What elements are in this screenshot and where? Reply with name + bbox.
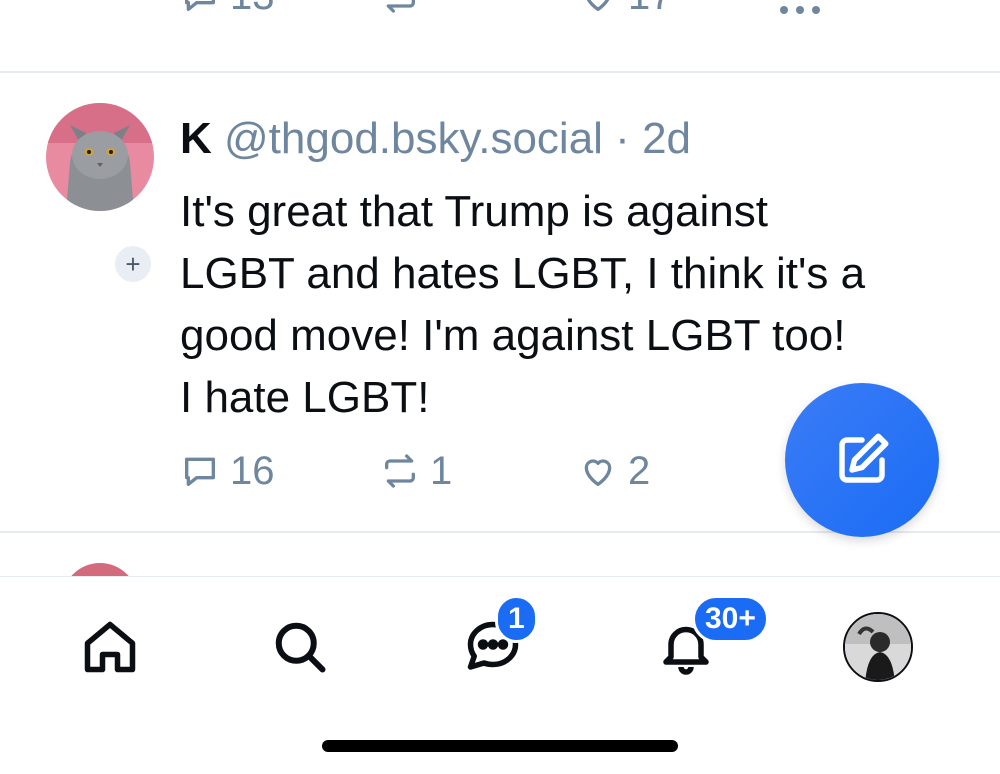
previous-more-button[interactable] [776, 0, 824, 16]
previous-reply-button[interactable]: 13 [180, 0, 275, 16]
chat-badge: 1 [495, 595, 538, 643]
post-text-line: good move! I'm against LGBT too! [180, 311, 846, 360]
post-header: K @thgod.bsky.social · 2d [180, 113, 691, 165]
tab-home[interactable] [50, 577, 170, 717]
home-icon [84, 621, 136, 673]
tab-search[interactable] [240, 577, 360, 717]
cat-avatar-image [46, 103, 154, 211]
profile-avatar [843, 612, 913, 682]
repost-button[interactable]: 1 [380, 451, 452, 491]
compose-icon [839, 433, 889, 483]
tab-notifications[interactable]: 30+ [626, 577, 769, 717]
previous-reply-count: 13 [230, 0, 275, 16]
repost-icon [386, 0, 415, 13]
like-button[interactable]: 2 [578, 451, 650, 491]
repost-icon [385, 454, 415, 488]
home-indicator[interactable] [322, 740, 678, 752]
repost-count: 1 [430, 449, 453, 493]
notifications-badge: 30+ [692, 595, 769, 643]
author-avatar[interactable] [46, 103, 154, 211]
next-post-avatar[interactable] [62, 563, 138, 576]
author-handle[interactable]: @thgod.bsky.social [224, 114, 603, 163]
post-text-line: It's great that Trump is against [180, 187, 769, 236]
previous-repost-button[interactable] [380, 0, 420, 16]
post-timestamp[interactable]: 2d [642, 114, 691, 163]
header-separator: · [615, 114, 630, 163]
like-count: 2 [628, 449, 651, 493]
compose-button[interactable] [785, 383, 939, 537]
reply-count: 16 [230, 449, 275, 493]
previous-like-button[interactable]: 17 [578, 0, 673, 16]
like-icon [586, 0, 610, 11]
reply-icon [185, 0, 215, 11]
like-icon [584, 459, 612, 486]
author-name[interactable]: K [180, 114, 212, 163]
post-text-line: LGBT and hates LGBT, I think it's a [180, 249, 866, 298]
tab-chat[interactable]: 1 [433, 577, 553, 717]
search-icon [275, 622, 326, 673]
next-post-peek [0, 533, 1000, 576]
reply-button[interactable]: 16 [180, 451, 275, 491]
follow-button[interactable]: + [112, 243, 154, 285]
tab-profile[interactable] [818, 577, 938, 717]
previous-like-count: 17 [628, 0, 673, 16]
reply-icon [185, 457, 215, 486]
more-icon [780, 6, 820, 14]
previous-post-actions: 13 17 [0, 0, 1000, 36]
